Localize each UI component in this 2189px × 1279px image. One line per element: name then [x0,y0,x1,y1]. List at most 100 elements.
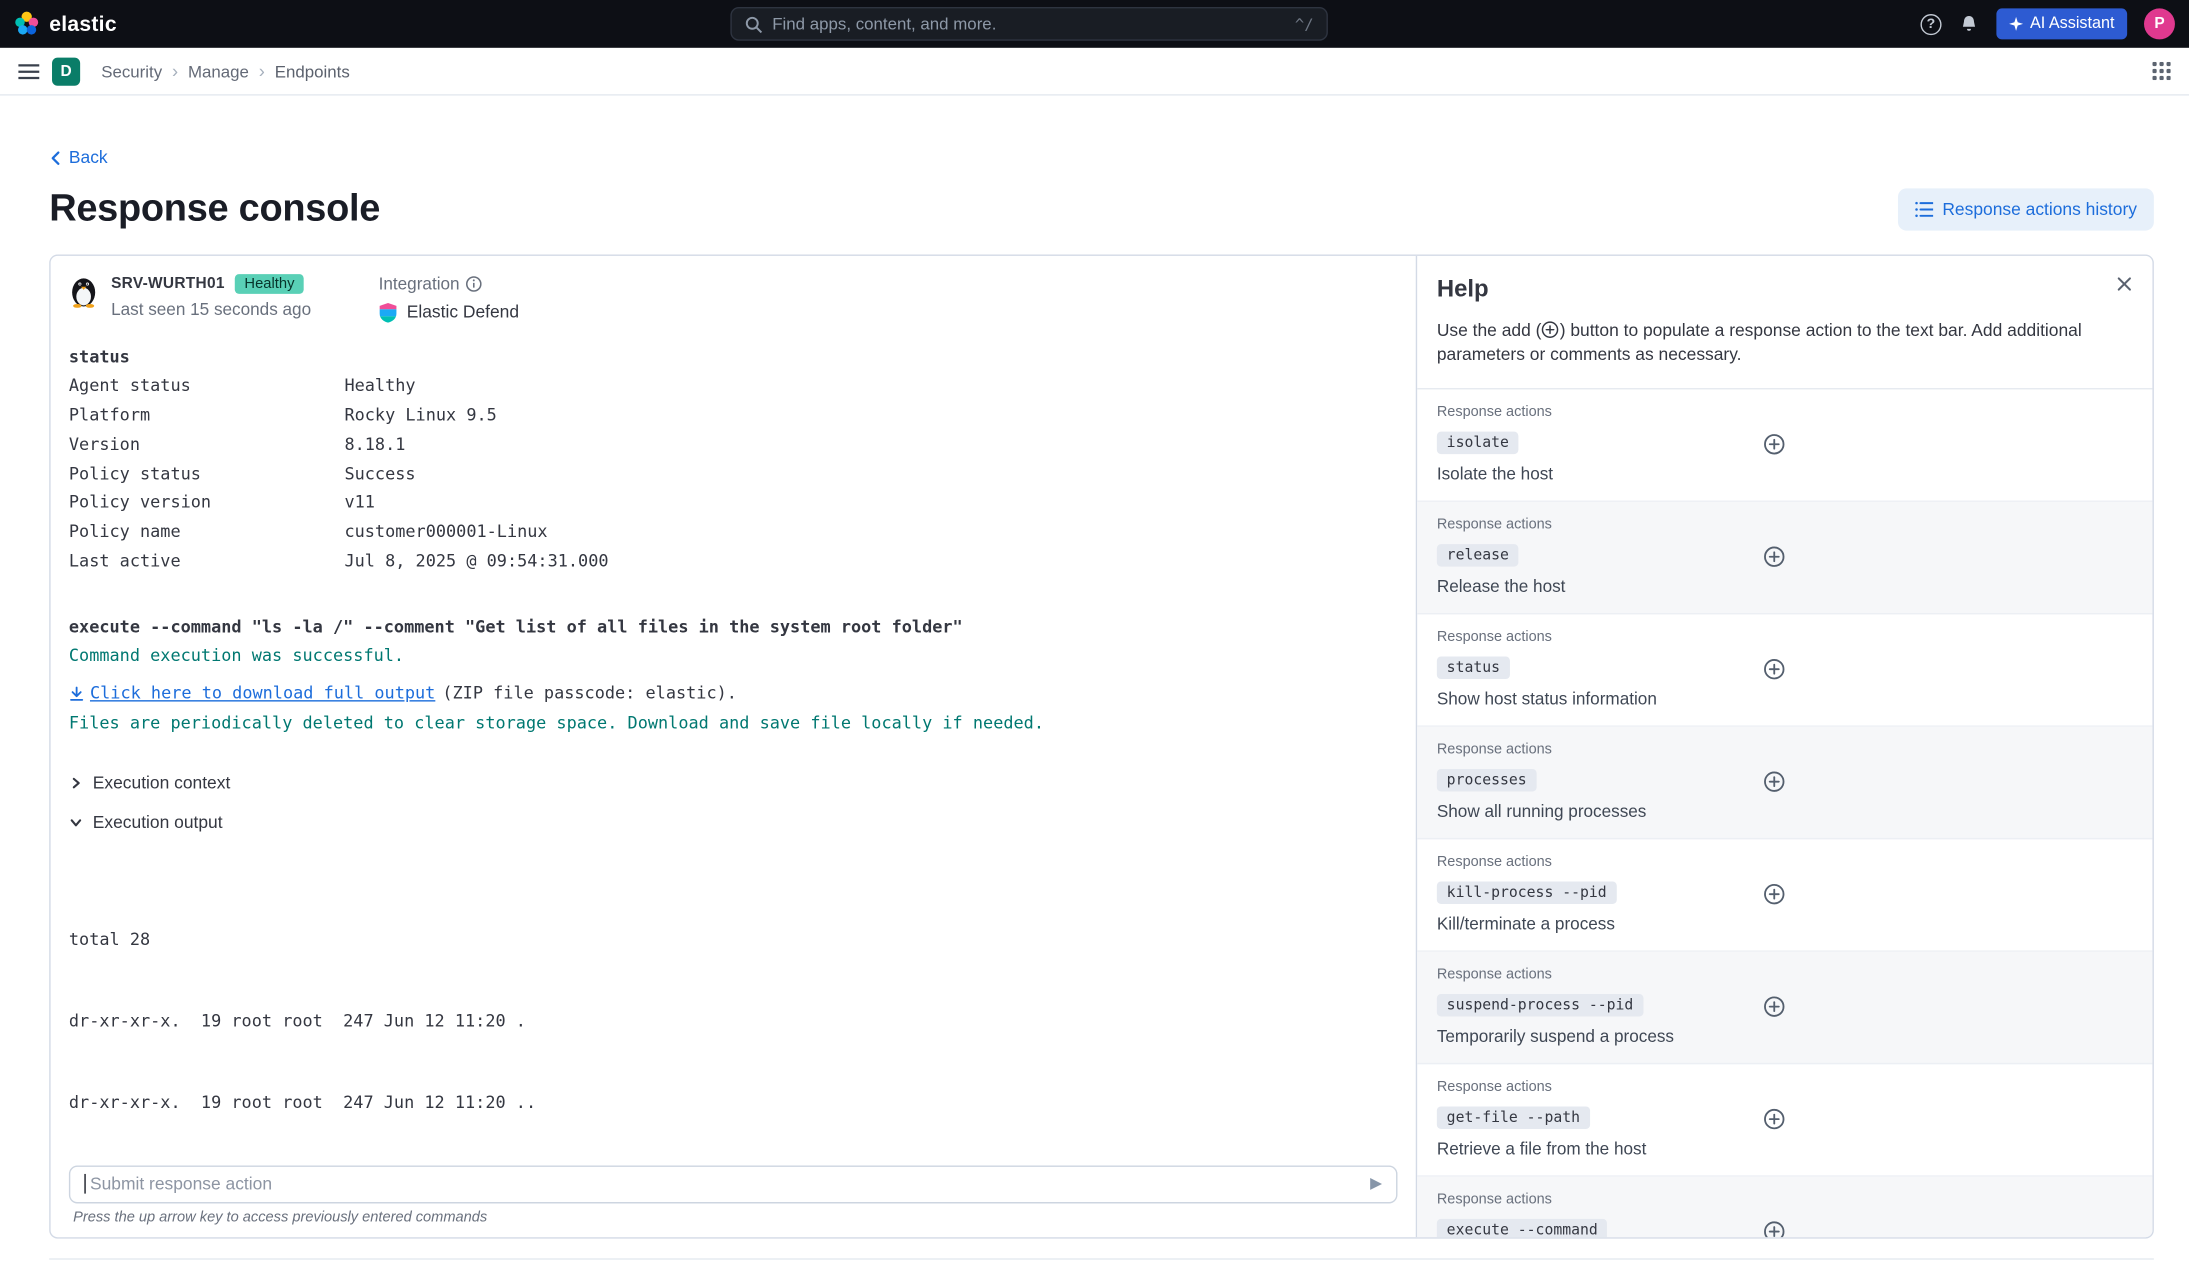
plus-in-circle-icon [1763,996,1785,1018]
hamburger-icon [18,63,39,80]
add-action-button[interactable] [1763,996,1785,1018]
global-header: elastic Find apps, content, and more. ^/… [0,0,2189,48]
action-description: Isolate the host [1437,465,1743,485]
info-icon[interactable] [465,275,482,292]
output-line: total 28 [69,929,1398,949]
submit-icon[interactable]: ▶ [1370,1176,1382,1191]
help-icon: ? [1920,13,1941,34]
breadcrumb-separator-icon: › [172,62,178,80]
input-history-hint: Press the up arrow key to access previou… [73,1210,1397,1225]
header-actions: ? AI Assistant P [1920,8,2175,39]
action-description: Temporarily suspend a process [1437,1027,1743,1047]
download-output-link[interactable]: Click here to download full output [69,679,435,708]
status-row: Policy version v11 [69,488,1398,517]
status-row-value: Success [344,459,415,488]
execution-output-listing: total 28 dr-xr-xr-x. 19 root root 247 Ju… [69,847,1398,1156]
command-block: execute --command "ls -la /" --comment "… [69,612,1398,737]
execution-output-accordion[interactable]: Execution output [69,811,1398,835]
status-row-value: Jul 8, 2025 @ 09:54:31.000 [344,547,608,576]
action-description: Show host status information [1437,690,1743,710]
add-action-button[interactable] [1763,884,1785,906]
back-link[interactable]: Back [49,148,107,168]
host-health-badge: Healthy [235,273,305,293]
menu-button[interactable] [18,63,39,80]
command-result-message: Command execution was successful. [69,641,1398,670]
output-line: dr-xr-xr-x. 19 root root 247 Jun 12 11:2… [69,1010,1398,1030]
help-close-button[interactable] [2116,275,2133,292]
response-action-card: Response actions release Release the hos… [1417,503,2152,615]
action-group-label: Response actions [1437,855,1743,870]
host-name: SRV-WURTH01 [111,275,225,292]
action-group-label: Response actions [1437,406,1743,421]
action-group-label: Response actions [1437,518,1743,533]
status-row: Version 8.18.1 [69,430,1398,459]
chevron-right-icon [69,776,83,790]
action-group-label: Response actions [1437,743,1743,758]
add-action-button[interactable] [1763,771,1785,793]
console-header: SRV-WURTH01 Healthy Last seen 15 seconds… [51,255,1416,331]
response-action-card: Response actions isolate Isolate the hos… [1417,390,2152,502]
list-icon [1914,200,1932,217]
page-bottom-divider [49,1258,2154,1259]
global-search-input[interactable]: Find apps, content, and more. ^/ [730,7,1328,41]
file-retention-note: Files are periodically deleted to clear … [69,708,1398,737]
plus-in-circle-icon [1541,320,1559,338]
notifications-button[interactable] [1958,13,1979,34]
add-action-button[interactable] [1763,434,1785,456]
action-description: Kill/terminate a process [1437,915,1743,935]
add-action-button[interactable] [1763,1221,1785,1237]
status-row-label: Platform [69,401,345,430]
help-button[interactable]: ? [1920,13,1941,34]
user-avatar[interactable]: P [2144,8,2175,39]
breadcrumb-security[interactable]: Security [101,61,162,81]
status-row-value: 8.18.1 [344,430,405,459]
action-description: Show all running processes [1437,802,1743,822]
response-actions-history-button[interactable]: Response actions history [1897,188,2153,230]
response-action-card: Response actions get-file --path Retriev… [1417,1065,2152,1177]
status-row-label: Version [69,430,345,459]
executed-command: execute --command "ls -la /" --comment "… [69,612,1398,641]
integration-name: Elastic Defend [407,302,519,322]
page-content: Back Response console Response actions h… [0,96,2189,1259]
action-command-badge: release [1437,545,1519,567]
add-action-button[interactable] [1763,546,1785,568]
status-row-label: Policy version [69,488,345,517]
plus-in-circle-icon [1763,884,1785,906]
plus-in-circle-icon [1763,546,1785,568]
status-row-value: Healthy [344,372,415,401]
elastic-logo[interactable]: elastic [14,11,117,36]
download-passcode-note: (ZIP file passcode: elastic). [442,679,737,708]
logo-wordmark: elastic [49,12,117,36]
response-console-panel: SRV-WURTH01 Healthy Last seen 15 seconds… [49,254,2154,1238]
apps-grid-button[interactable] [2152,62,2170,80]
breadcrumb: Security › Manage › Endpoints [101,61,350,81]
plus-in-circle-icon [1763,434,1785,456]
add-action-button[interactable] [1763,1109,1785,1131]
status-row-value: Rocky Linux 9.5 [344,401,496,430]
elastic-logo-icon [14,11,39,36]
plus-in-circle-icon [1763,1109,1785,1131]
output-line: dr-xr-xr-x. 19 root root 247 Jun 12 11:2… [69,1092,1398,1112]
add-action-button[interactable] [1763,659,1785,681]
console-output-area: status Agent status Healthy Platform Roc… [51,331,1416,1156]
download-icon [69,686,84,701]
status-row: Agent status Healthy [69,372,1398,401]
response-action-input[interactable]: Submit response action ▶ [69,1165,1398,1203]
action-command-badge: status [1437,657,1510,679]
action-description: Release the host [1437,577,1743,597]
help-panel: Help Use the add () button to populate a… [1417,255,2152,1236]
host-status-table: Agent status Healthy Platform Rocky Linu… [69,372,1398,576]
ai-assistant-button[interactable]: AI Assistant [1996,8,2127,39]
bell-icon [1958,13,1979,34]
input-placeholder: Submit response action [90,1174,1370,1194]
execution-context-accordion[interactable]: Execution context [69,771,1398,795]
action-command-badge: processes [1437,770,1537,792]
action-command-badge: kill-process --pid [1437,882,1617,904]
project-badge[interactable]: D [52,57,80,85]
breadcrumb-manage[interactable]: Manage [188,61,249,81]
linux-penguin-icon [69,273,99,307]
action-group-label: Response actions [1437,1193,1743,1208]
sparkle-icon [2009,17,2023,31]
plus-in-circle-icon [1763,659,1785,681]
status-row: Policy name customer000001-Linux [69,517,1398,546]
